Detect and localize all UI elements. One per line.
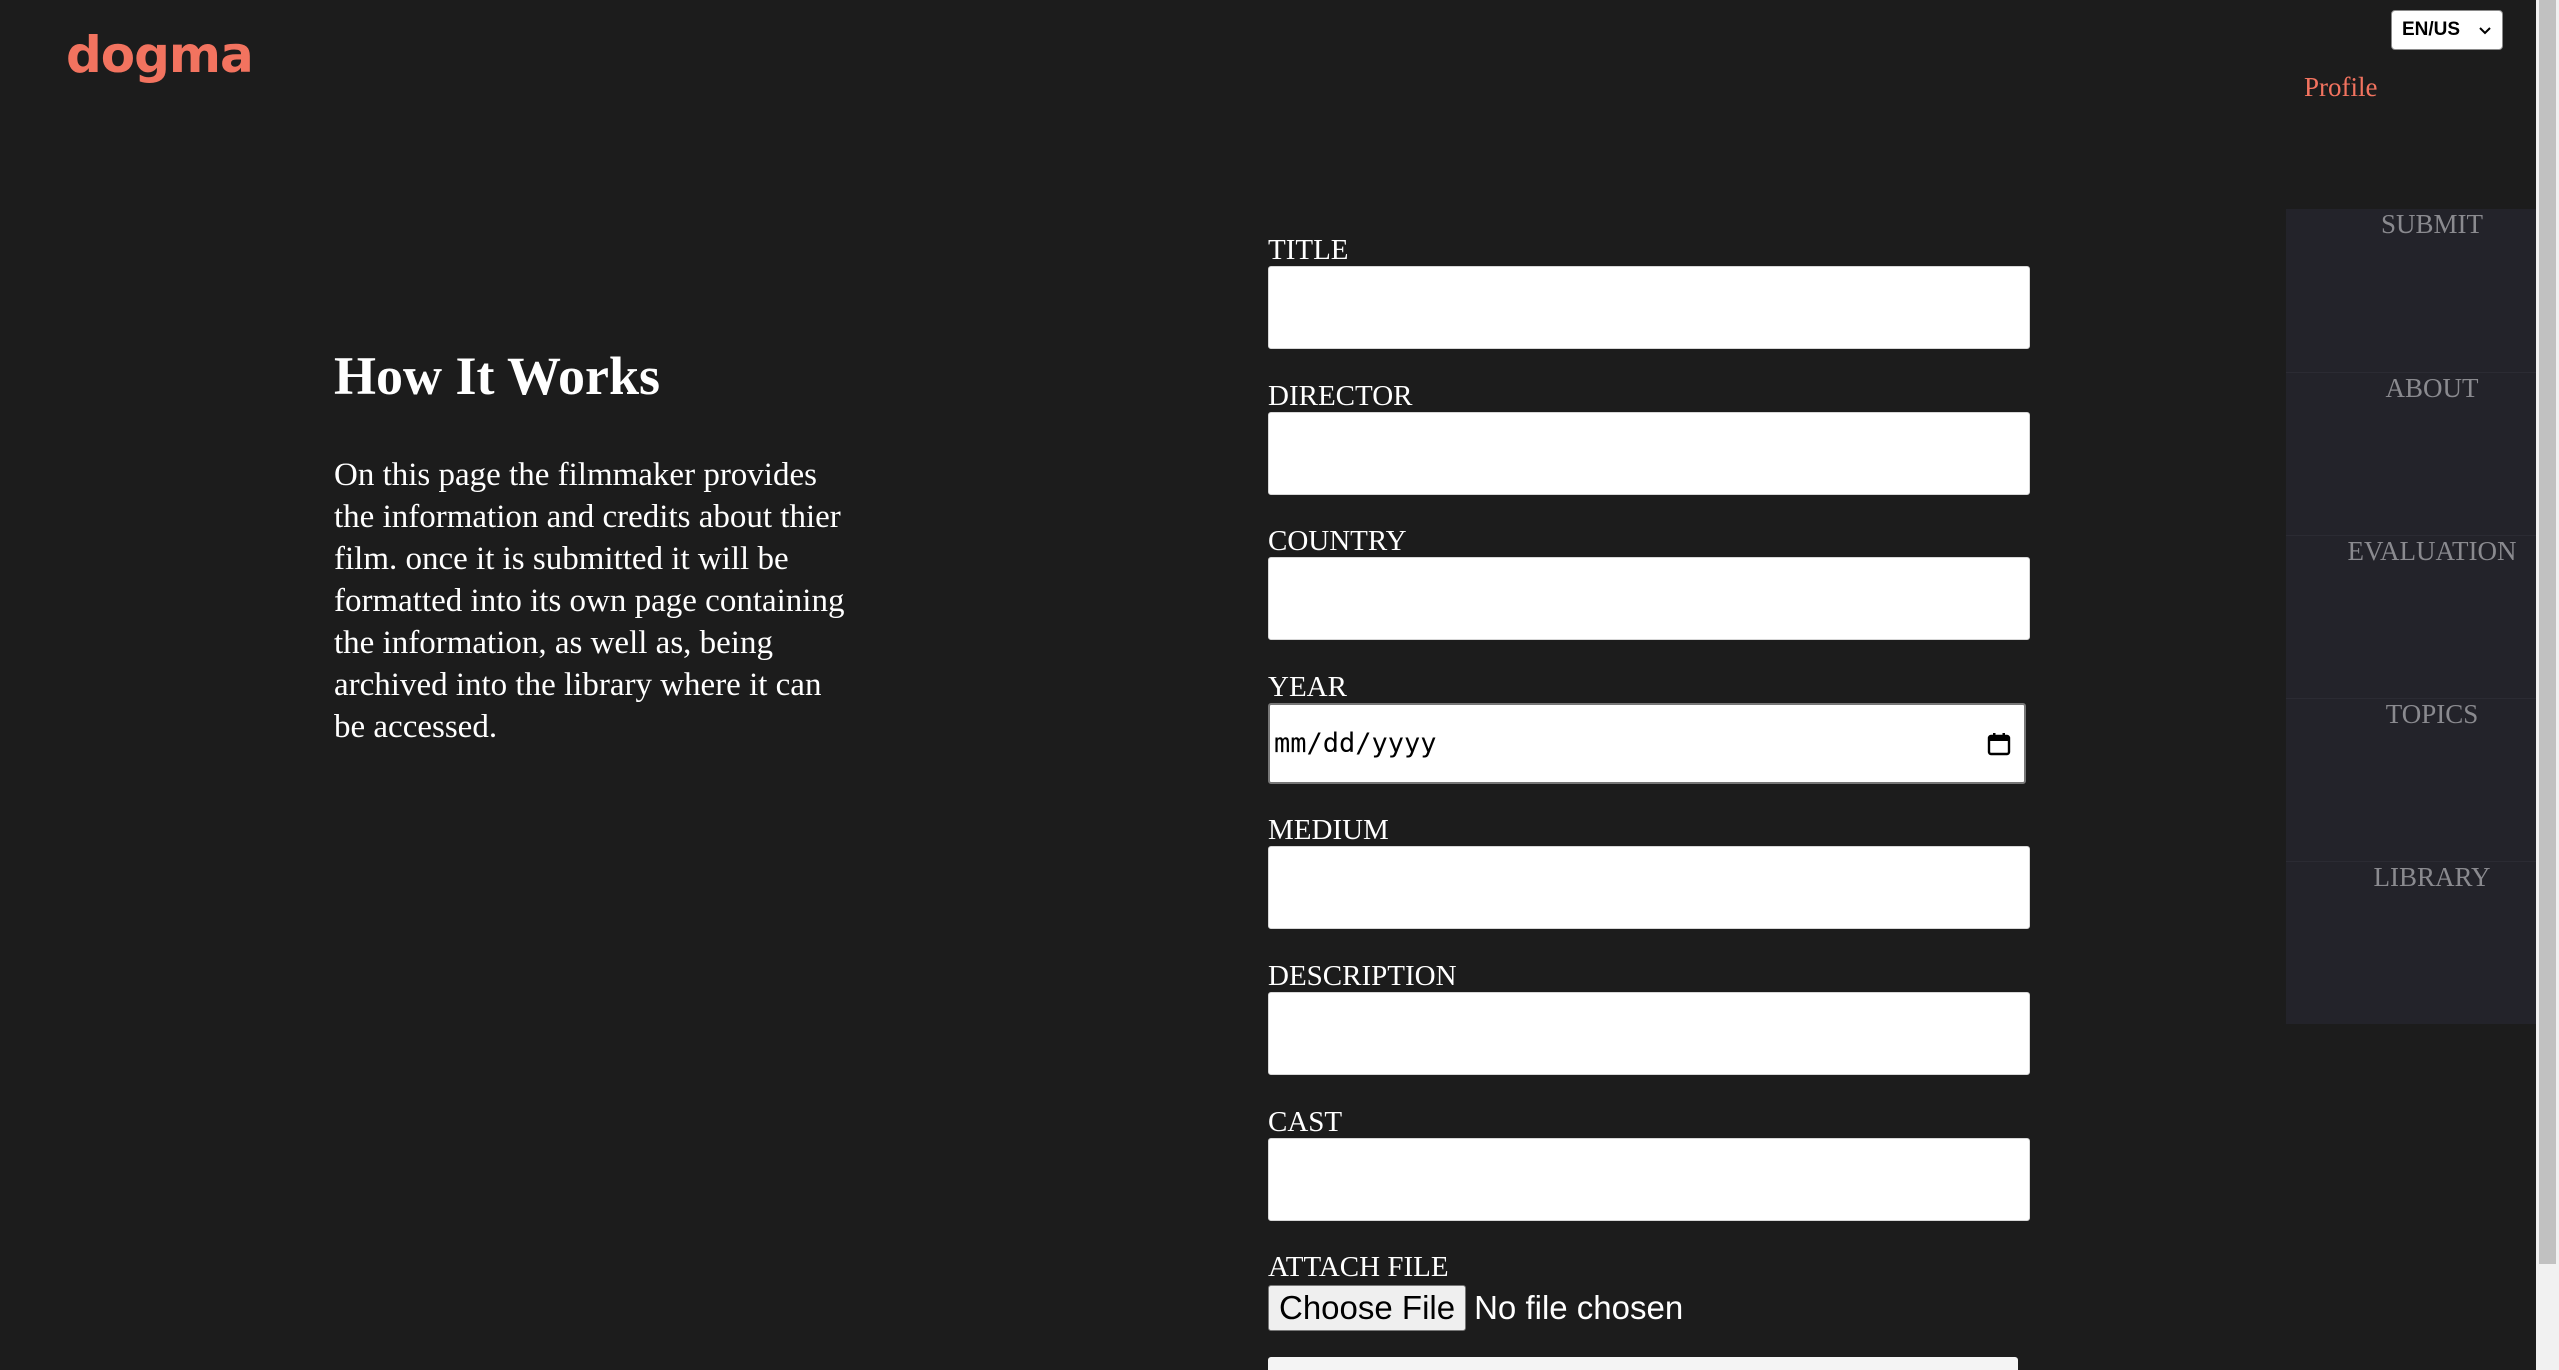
language-select[interactable]: EN/US <box>2391 10 2503 50</box>
director-label: DIRECTOR <box>1268 380 1413 412</box>
director-field: DIRECTOR <box>1268 380 2030 495</box>
cast-field: CAST <box>1268 1106 2030 1221</box>
attach-file-label: ATTACH FILE <box>1268 1251 1449 1283</box>
nav-item-submit[interactable]: SUBMIT <box>2286 209 2536 372</box>
file-status: No file chosen <box>1474 1289 1684 1326</box>
medium-field: MEDIUM <box>1268 814 2030 929</box>
chevron-down-icon <box>2479 27 2491 35</box>
description-label: DESCRIPTION <box>1268 960 1457 992</box>
description-input[interactable] <box>1268 992 2030 1075</box>
title-input[interactable] <box>1268 266 2030 349</box>
year-placeholder: mm/dd/yyyy <box>1274 728 1437 759</box>
cast-label: CAST <box>1268 1106 1343 1138</box>
calendar-icon[interactable] <box>1986 731 2012 757</box>
description-field: DESCRIPTION <box>1268 960 2030 1075</box>
file-input: Choose File No file chosen <box>1268 1285 2030 1331</box>
next-form-control[interactable] <box>1268 1357 2018 1370</box>
country-field: COUNTRY <box>1268 525 2030 640</box>
nav-item-evaluation[interactable]: EVALUATION <box>2286 535 2536 698</box>
year-label: YEAR <box>1268 671 1347 703</box>
year-field: YEAR mm/dd/yyyy <box>1268 671 2030 784</box>
cast-input[interactable] <box>1268 1138 2030 1221</box>
title-label: TITLE <box>1268 234 1349 266</box>
nav-item-about[interactable]: ABOUT <box>2286 372 2536 535</box>
scrollbar-thumb[interactable] <box>2539 0 2556 1264</box>
page-scrollbar[interactable] <box>2536 0 2559 1370</box>
choose-file-button[interactable]: Choose File <box>1268 1285 1467 1331</box>
year-date-input[interactable]: mm/dd/yyyy <box>1268 703 2026 784</box>
title-field: TITLE <box>1268 234 2030 349</box>
how-it-works-heading: How It Works <box>334 346 661 406</box>
director-input[interactable] <box>1268 412 2030 495</box>
logo[interactable]: dogma <box>66 30 254 80</box>
language-select-value: EN/US <box>2402 19 2461 40</box>
nav-item-topics[interactable]: TOPICS <box>2286 698 2536 861</box>
medium-input[interactable] <box>1268 846 2030 929</box>
profile-link[interactable]: Profile <box>2304 72 2378 103</box>
nav-item-library[interactable]: LIBRARY <box>2286 861 2536 1024</box>
country-input[interactable] <box>1268 557 2030 640</box>
side-nav: SUBMIT ABOUT EVALUATION TOPICS LIBRARY <box>2286 209 2536 1024</box>
medium-label: MEDIUM <box>1268 814 1389 846</box>
attach-file-field: ATTACH FILE Choose File No file chosen <box>1268 1251 2030 1331</box>
country-label: COUNTRY <box>1268 525 1407 557</box>
how-it-works-text: On this page the filmmaker provides the … <box>334 457 845 745</box>
